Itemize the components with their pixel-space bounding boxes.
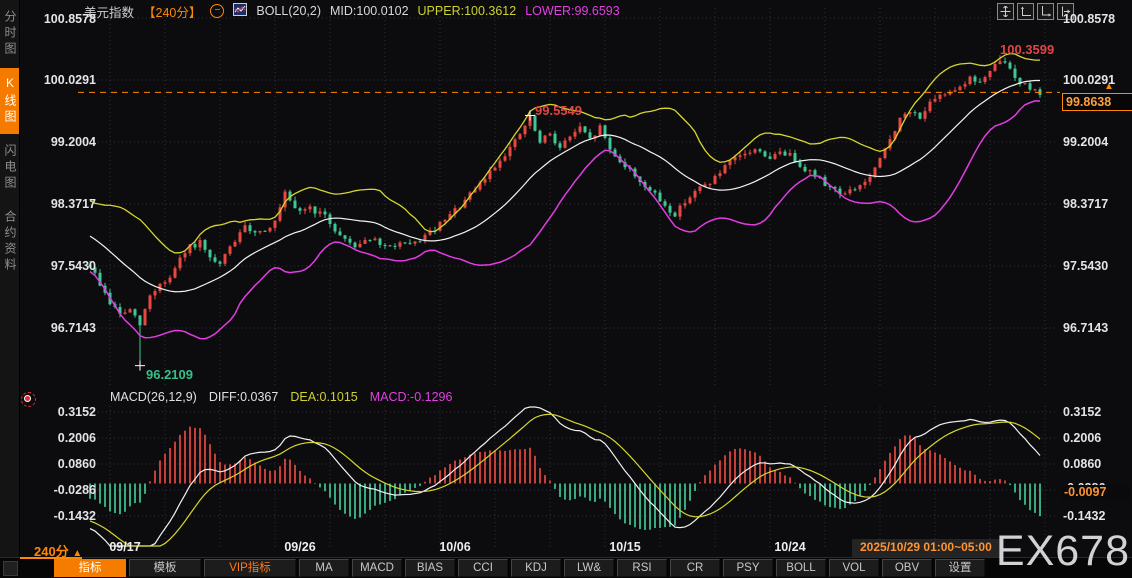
y-tick-right: 97.5430 — [1063, 259, 1109, 273]
toolbar-cr-button[interactable]: CR — [670, 559, 720, 577]
macd-tick-right: 0.2006 — [1063, 431, 1102, 445]
toolbar-macd-button[interactable]: MACD — [352, 559, 402, 577]
sidebar-tab-kline[interactable]: K线图 — [0, 68, 19, 134]
watermark: EX678 — [995, 527, 1130, 575]
indicator-chart-icon[interactable] — [233, 3, 248, 19]
macd-dea-value: DEA:0.1015 — [290, 390, 358, 404]
y-tick-right: 100.0291 — [1063, 73, 1116, 87]
toolbar-rsi-button[interactable]: RSI — [617, 559, 667, 577]
toolbar-ma-button[interactable]: MA — [299, 559, 349, 577]
price-up-arrow-icon: ▲ — [1104, 81, 1114, 92]
time-range-label: 2025/10/29 01:00~05:00 — [852, 539, 1000, 558]
macd-value-badge: -0.0097 — [1062, 485, 1130, 500]
last-price-badge: 99.8638 — [1062, 93, 1132, 111]
toolbar-settings-button[interactable]: 设置 — [935, 559, 985, 577]
toolbar-vip-indicator-button[interactable]: VIP指标 — [204, 559, 296, 577]
macd-params-label: MACD(26,12,9) — [110, 390, 197, 404]
swing-high-label: 100.3599 — [1000, 42, 1055, 57]
x-tick: 09/17 — [109, 540, 141, 554]
macd-header: MACD(26,12,9) DIFF:0.0367 DEA:0.1015 MAC… — [110, 390, 452, 404]
swing-mid-label: 99.5549 — [535, 103, 582, 118]
toolbar-bias-button[interactable]: BIAS — [405, 559, 455, 577]
toolbar-obv-button[interactable]: OBV — [882, 559, 932, 577]
macd-tick-right: 0.3152 — [1063, 405, 1102, 419]
toolbar-boll-button[interactable]: BOLL — [776, 559, 826, 577]
crosshair-marker-icon[interactable] — [21, 392, 36, 407]
toolbar-template-button[interactable]: 模板 — [129, 559, 201, 577]
y-tick-right: 99.2004 — [1063, 135, 1109, 149]
sidebar-tab-flash[interactable]: 闪电图 — [0, 136, 19, 200]
macd-tick-right: 0.0860 — [1063, 457, 1102, 471]
macd-tick-left: 0.2006 — [57, 431, 96, 445]
y-tick-left: 100.8578 — [43, 12, 96, 26]
chart-header: 美元指数 【240分】 − BOLL(20,2) MID:100.0102 UP… — [84, 2, 620, 21]
period-active-underline — [20, 557, 82, 559]
macd-bar-value: MACD:-0.1296 — [369, 390, 453, 404]
sidebar: 分时图 K线图 闪电图 合约资料 — [0, 0, 20, 578]
boll-indicator-label: BOLL(20,2) — [256, 4, 321, 18]
y-tick-left: 98.3717 — [50, 197, 96, 211]
toolbar-lw-button[interactable]: LW& — [564, 559, 614, 577]
y-tick-left: 99.2004 — [50, 135, 96, 149]
y-tick-left: 97.5430 — [50, 259, 96, 273]
x-tick: 10/15 — [609, 540, 641, 554]
y-tick-right: 98.3717 — [1063, 197, 1109, 211]
macd-tick-left: 0.3152 — [57, 405, 96, 419]
sidebar-tab-contract-info[interactable]: 合约资料 — [0, 202, 19, 282]
toolbar-vol-button[interactable]: VOL — [829, 559, 879, 577]
x-tick: 09/26 — [284, 540, 316, 554]
y-tick-right: 100.8578 — [1063, 12, 1116, 26]
y-tick-left: 96.7143 — [50, 321, 96, 335]
y-tick-right: 96.7143 — [1063, 321, 1109, 335]
scale-y-axis-icon[interactable] — [1017, 3, 1034, 20]
toolbar-kdj-button[interactable]: KDJ — [511, 559, 561, 577]
menu-icon[interactable] — [3, 561, 18, 576]
toolbar-indicator-button[interactable]: 指标 — [54, 559, 126, 577]
macd-tick-right: -0.1432 — [1063, 509, 1106, 523]
sidebar-tab-timeline[interactable]: 分时图 — [0, 2, 19, 66]
boll-upper-value: UPPER:100.3612 — [417, 4, 517, 18]
boll-mid-value: MID:100.0102 — [330, 4, 409, 18]
swing-low-label: 96.2109 — [146, 367, 193, 382]
macd-diff-value: DIFF:0.0367 — [208, 390, 279, 404]
boll-lower-value: LOWER:99.6593 — [525, 4, 620, 18]
macd-tick-left: -0.0286 — [53, 483, 96, 497]
toolbar-cci-button[interactable]: CCI — [458, 559, 508, 577]
x-tick: 10/24 — [774, 540, 806, 554]
macd-tick-left: -0.1432 — [53, 509, 96, 523]
toolbar-psy-button[interactable]: PSY — [723, 559, 773, 577]
collapse-icon[interactable]: − — [210, 4, 225, 18]
period-label[interactable]: 【240分】 — [143, 2, 201, 21]
scale-x-axis-icon[interactable] — [1037, 3, 1054, 20]
macd-tick-left: 0.0860 — [57, 457, 96, 471]
y-tick-left: 100.0291 — [43, 73, 96, 87]
indicator-toolbar: 指标 模板 VIP指标 MA MACD BIAS CCI KDJ LW& RSI… — [0, 557, 1132, 578]
x-tick: 10/06 — [439, 540, 471, 554]
price-chart-canvas[interactable] — [0, 0, 1132, 578]
chart-window: 分时图 K线图 闪电图 合约资料 美元指数 【240分】 − BOLL(20,2… — [0, 0, 1132, 578]
crosshair-tool-icon[interactable] — [997, 3, 1014, 20]
